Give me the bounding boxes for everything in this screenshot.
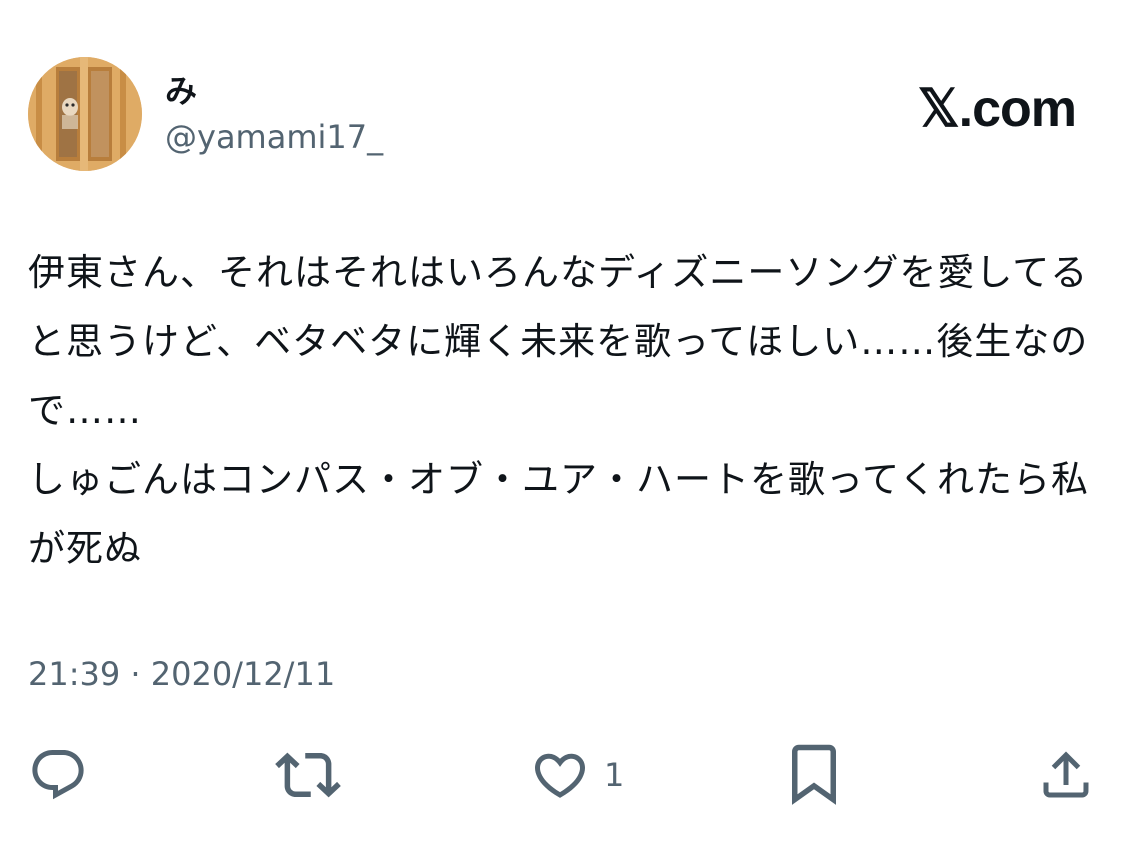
retweet-icon: [275, 752, 341, 798]
tweet-timestamp[interactable]: 21:39 · 2020/12/11: [28, 652, 335, 696]
avatar[interactable]: [28, 57, 142, 171]
user-names: み @yamami17_: [165, 71, 383, 159]
tweet-header: み @yamami17_ 𝕏.com: [28, 57, 1088, 177]
reply-icon: [32, 750, 84, 800]
user-handle[interactable]: @yamami17_: [165, 115, 383, 159]
heart-icon: [534, 753, 586, 798]
bookmark-button[interactable]: [785, 735, 843, 815]
action-bar: 1: [0, 735, 1125, 815]
bookmark-icon: [792, 744, 836, 805]
like-button[interactable]: 1: [530, 735, 624, 815]
x-logo: 𝕏.com: [917, 79, 1077, 139]
avatar-image: [28, 57, 142, 171]
share-button[interactable]: [1036, 735, 1096, 815]
display-name[interactable]: み: [165, 71, 383, 111]
retweet-button[interactable]: [275, 735, 341, 815]
brand-text: 𝕏.com: [917, 80, 1077, 138]
like-count: 1: [604, 756, 625, 794]
tweet-text: 伊東さん、それはそれはいろんなディズニーソングを愛してると思うけど、ベタベタに輝…: [28, 251, 1090, 570]
reply-button[interactable]: [28, 735, 88, 815]
share-icon: [1043, 751, 1089, 798]
